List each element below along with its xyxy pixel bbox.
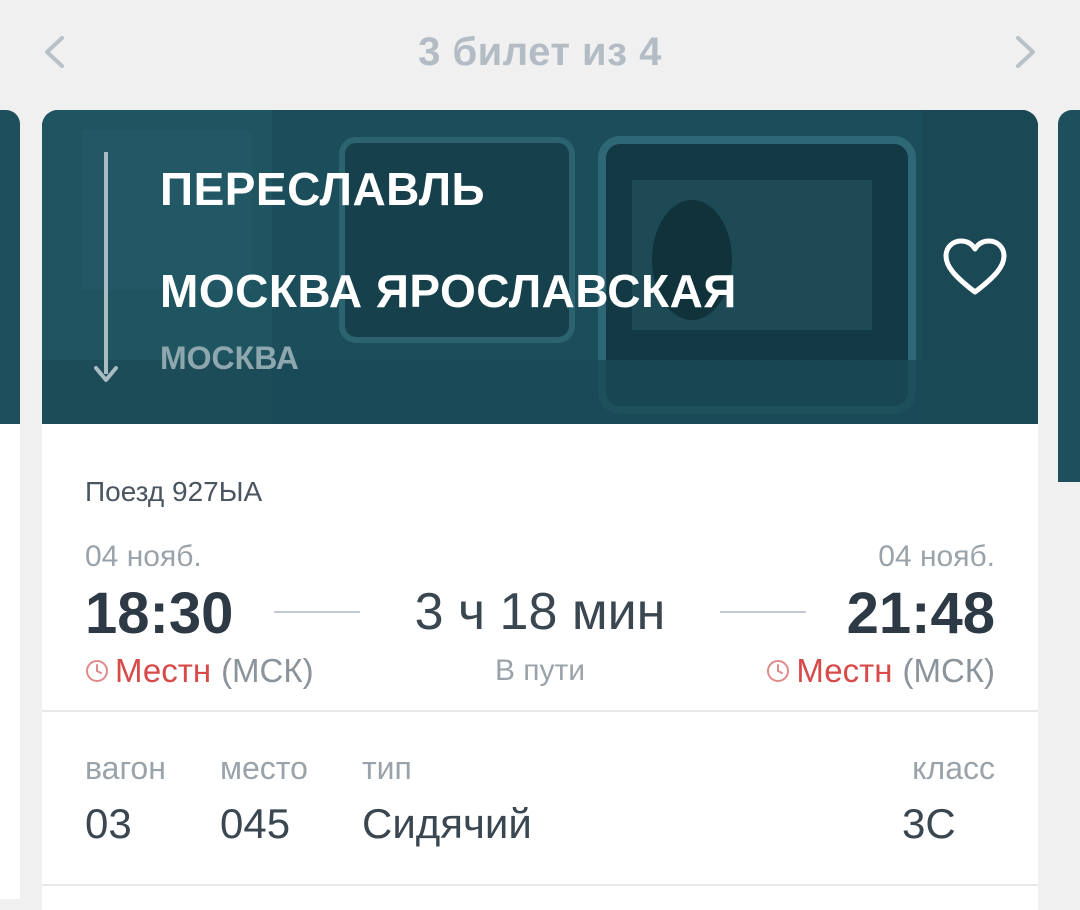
next-ticket-card-edge[interactable] <box>1058 110 1080 482</box>
arrow-down-icon <box>94 366 118 382</box>
class-value: 3С <box>902 800 956 847</box>
arrival-city: МОСКВА <box>160 340 299 376</box>
ticket-pager: 3 билет из 4 <box>0 0 1080 108</box>
arrival-timezone: Местн (МСК) <box>766 652 995 690</box>
seat-label: место <box>220 750 308 786</box>
class-label: класс <box>912 750 995 786</box>
ticket-card: ПЕРЕСЛАВЛЬ МОСКВА ЯРОСЛАВСКАЯ МОСКВА Пое… <box>42 110 1038 910</box>
ticket-counter: 3 билет из 4 <box>418 30 662 74</box>
departure-station: ПЕРЕСЛАВЛЬ <box>160 163 486 215</box>
section-divider <box>42 710 1038 712</box>
car-label: вагон <box>85 750 166 786</box>
heart-outline-icon <box>943 238 1007 295</box>
seat-value: 045 <box>220 800 291 847</box>
arrival-date: 04 нояб. <box>878 540 995 573</box>
departure-date: 04 нояб. <box>85 540 202 573</box>
chevron-right-icon <box>1016 36 1035 68</box>
car-value: 03 <box>85 800 132 847</box>
clock-icon <box>767 660 790 682</box>
train-number: Поезд 927ЫА <box>85 476 263 507</box>
arrival-time: 21:48 <box>846 581 995 646</box>
section-divider <box>42 884 1038 886</box>
local-time-label: Местн <box>796 652 893 689</box>
type-label: тип <box>362 750 412 786</box>
arrival-station: МОСКВА ЯРОСЛАВСКАЯ <box>160 265 737 317</box>
type-value: Сидячий <box>362 800 532 847</box>
separator-line <box>720 611 806 613</box>
timezone-label: (МСК) <box>902 652 995 689</box>
previous-ticket-card-edge[interactable] <box>0 110 20 424</box>
route-direction-line <box>104 152 108 374</box>
favorite-button[interactable] <box>940 236 1010 300</box>
next-ticket-button[interactable] <box>1004 30 1048 74</box>
previous-ticket-card-body-edge <box>0 424 20 899</box>
ticket-route-header: ПЕРЕСЛАВЛЬ МОСКВА ЯРОСЛАВСКАЯ МОСКВА <box>42 110 1038 424</box>
